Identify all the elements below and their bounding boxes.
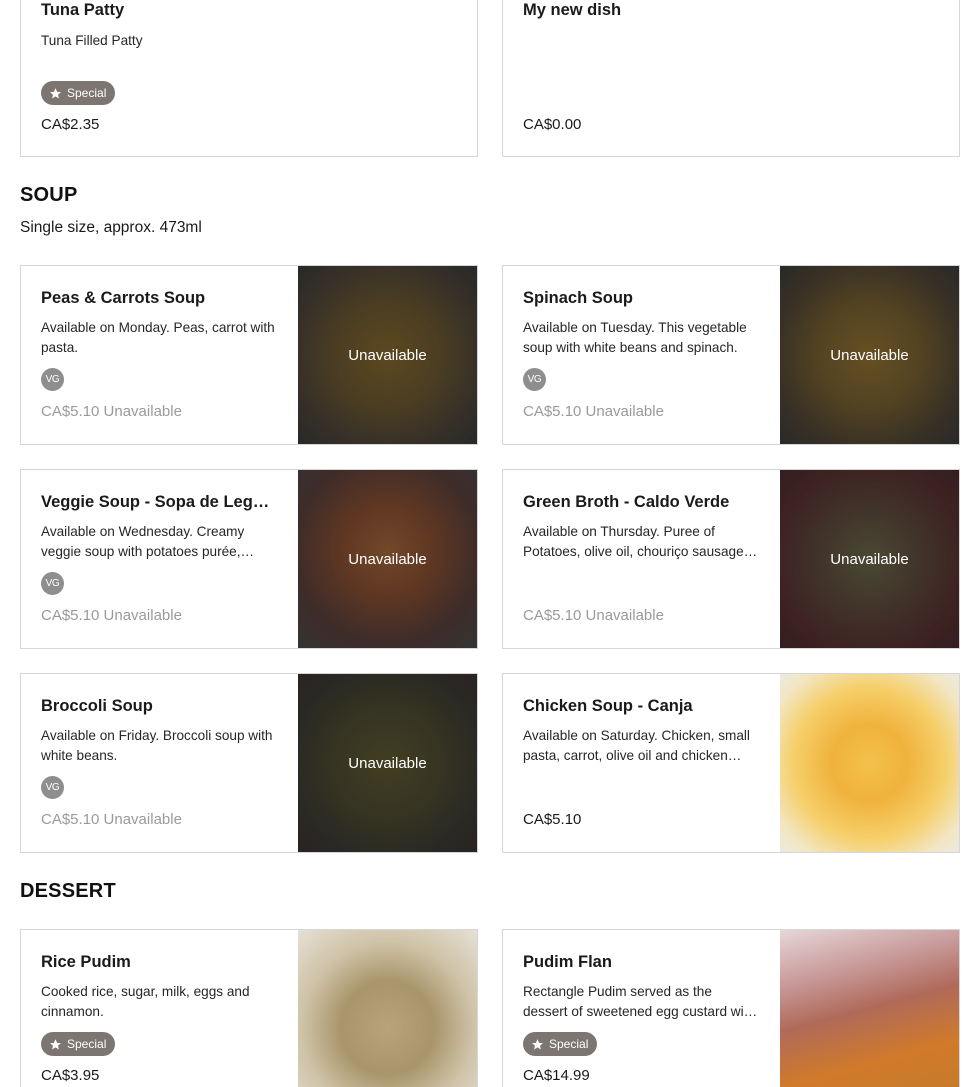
dish-price: CA$3.95 (41, 1067, 100, 1084)
dish-image (780, 930, 959, 1087)
special-badge-label: Special (67, 1037, 107, 1051)
dish-card-body: Peas & Carrots Soup Available on Monday.… (41, 266, 277, 444)
dish-title: Chicken Soup - Canja (523, 697, 693, 715)
dish-price: CA$2.35 (41, 116, 100, 133)
dish-image (780, 674, 959, 852)
dish-description: Cooked rice, sugar, milk, eggs and cinna… (41, 984, 250, 1019)
special-badge: Special (523, 1032, 598, 1056)
dish-price: CA$5.10 Unavailable (41, 607, 182, 624)
dish-card-pudim-flan[interactable]: Pudim Flan Rectangle Pudim served as the… (502, 929, 960, 1087)
dish-price: CA$5.10 (523, 811, 582, 828)
unavailable-overlay: Unavailable (298, 674, 477, 852)
dish-image: Unavailable (780, 266, 959, 444)
vegan-badge: VG (41, 368, 64, 391)
dish-card-green-broth[interactable]: Green Broth - Caldo Verde Available on T… (502, 469, 960, 649)
dish-card-tuna-patty[interactable]: Tuna Patty Tuna Filled Patty Special CA$… (20, 0, 478, 157)
dish-description: Available on Wednesday. Creamy veggie so… (41, 524, 245, 559)
section-title-dessert: DESSERT (20, 880, 116, 902)
dish-description: Tuna Filled Patty (41, 33, 143, 48)
dish-description: Rectangle Pudim served as the dessert of… (523, 984, 755, 1019)
dish-title: Broccoli Soup (41, 697, 153, 715)
vegan-badge: VG (523, 368, 546, 391)
dish-title: Tuna Patty (41, 1, 125, 19)
dish-card-body: Pudim Flan Rectangle Pudim served as the… (523, 930, 759, 1087)
star-icon (50, 87, 61, 98)
vegan-badge: VG (41, 572, 64, 595)
menu-page: Tuna Patty Tuna Filled Patty Special CA$… (0, 0, 965, 1087)
dish-description: Available on Friday. Broccoli soup with … (41, 728, 273, 763)
vegan-badge: VG (41, 776, 64, 799)
dish-card-chicken-soup-canja[interactable]: Chicken Soup - Canja Available on Saturd… (502, 673, 960, 853)
star-icon (532, 1038, 543, 1049)
dish-card-body: Green Broth - Caldo Verde Available on T… (523, 470, 759, 648)
dish-card-peas-carrots-soup[interactable]: Peas & Carrots Soup Available on Monday.… (20, 265, 478, 445)
section-title-soup: SOUP (20, 184, 78, 206)
dish-title: Spinach Soup (523, 289, 634, 307)
unavailable-overlay: Unavailable (298, 470, 477, 648)
special-badge: Special (41, 81, 116, 105)
dish-description: Available on Tuesday. This vegetable sou… (523, 320, 747, 355)
dish-card-body: My new dish CA$0.00 (523, 0, 939, 156)
dish-description: Available on Saturday. Chicken, small pa… (523, 728, 750, 763)
dish-image: Unavailable (298, 470, 477, 648)
dish-title: Rice Pudim (41, 953, 131, 971)
dish-description: Available on Thursday. Puree of Potatoes… (523, 524, 744, 559)
dish-card-my-new-dish[interactable]: My new dish CA$0.00 (502, 0, 960, 157)
unavailable-overlay: Unavailable (780, 266, 959, 444)
dish-card-body: Chicken Soup - Canja Available on Saturd… (523, 674, 759, 852)
dish-price: CA$5.10 Unavailable (523, 607, 664, 624)
dish-title: Veggie Soup - Sopa de Legumes (41, 493, 277, 511)
dish-title: Peas & Carrots Soup (41, 289, 206, 307)
dish-card-veggie-soup[interactable]: Veggie Soup - Sopa de Legumes Available … (20, 469, 478, 649)
dish-card-spinach-soup[interactable]: Spinach Soup Available on Tuesday. This … (502, 265, 960, 445)
unavailable-overlay: Unavailable (298, 266, 477, 444)
unavailable-overlay: Unavailable (780, 470, 959, 648)
dish-image (298, 930, 477, 1087)
special-badge-label: Special (67, 86, 107, 100)
dish-card-body: Rice Pudim Cooked rice, sugar, milk, egg… (41, 930, 277, 1087)
dish-title: Pudim Flan (523, 953, 612, 971)
special-badge-label: Special (549, 1037, 589, 1051)
star-icon (50, 1038, 61, 1049)
dish-card-body: Tuna Patty Tuna Filled Patty Special CA$… (41, 0, 457, 156)
dish-title: My new dish (523, 1, 622, 19)
dish-card-body: Veggie Soup - Sopa de Legumes Available … (41, 470, 277, 648)
dish-card-broccoli-soup[interactable]: Broccoli Soup Available on Friday. Brocc… (20, 673, 478, 853)
dish-image: Unavailable (298, 674, 477, 852)
dish-price: CA$14.99 (523, 1067, 590, 1084)
section-subtitle-soup: Single size, approx. 473ml (20, 219, 202, 236)
dish-card-body: Spinach Soup Available on Tuesday. This … (523, 266, 759, 444)
dish-title: Green Broth - Caldo Verde (523, 493, 730, 511)
dish-price: CA$5.10 Unavailable (41, 811, 182, 828)
dish-price: CA$0.00 (523, 116, 582, 133)
dish-image: Unavailable (780, 470, 959, 648)
dish-description: Available on Monday. Peas, carrot with p… (41, 320, 275, 355)
special-badge: Special (41, 1032, 116, 1056)
dish-card-body: Broccoli Soup Available on Friday. Brocc… (41, 674, 277, 852)
dish-price: CA$5.10 Unavailable (523, 403, 664, 420)
dish-card-rice-pudim[interactable]: Rice Pudim Cooked rice, sugar, milk, egg… (20, 929, 478, 1087)
dish-price: CA$5.10 Unavailable (41, 403, 182, 420)
dish-image: Unavailable (298, 266, 477, 444)
